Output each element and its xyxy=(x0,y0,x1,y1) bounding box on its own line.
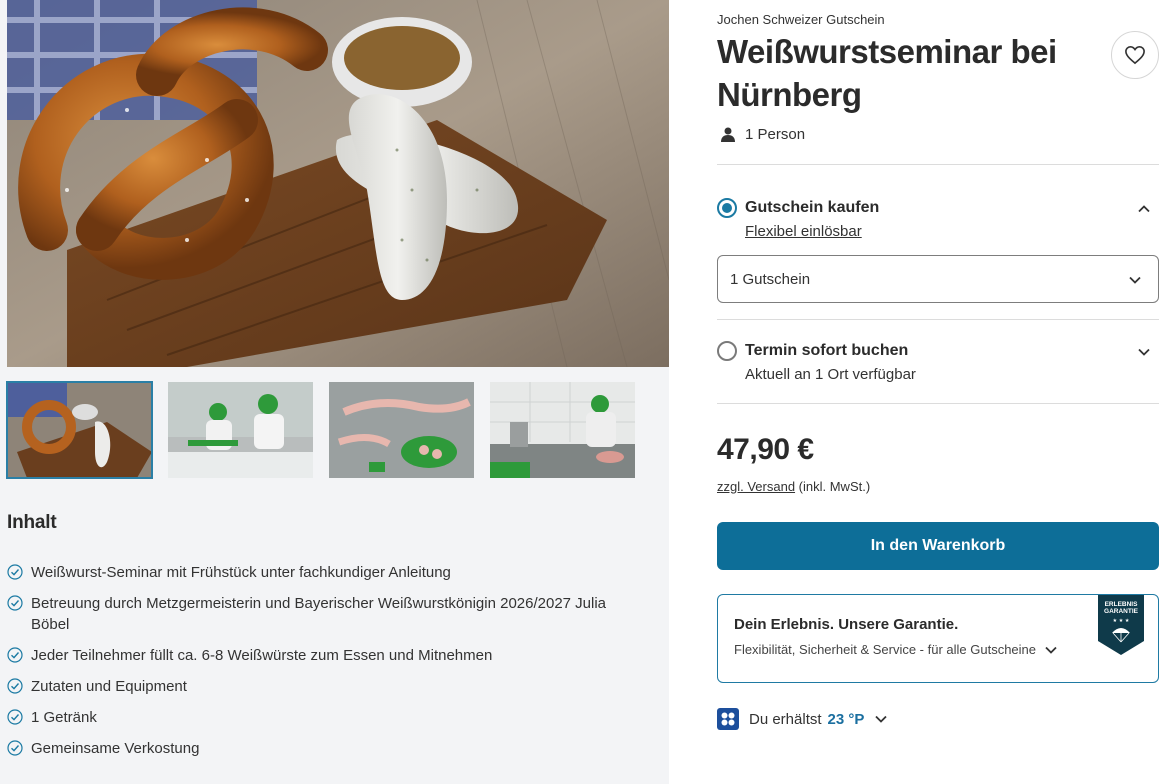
quantity-select[interactable]: 1 Gutschein xyxy=(717,255,1159,303)
product-page: Inhalt Weißwurst-Seminar mit Frühstück u… xyxy=(0,0,1174,784)
guarantee-subtitle-row[interactable]: Flexibilität, Sicherheit & Service - für… xyxy=(734,642,1058,657)
check-circle-icon xyxy=(7,564,23,580)
thumbnail-2[interactable] xyxy=(168,382,313,478)
add-to-cart-button[interactable]: In den Warenkorb xyxy=(717,522,1159,570)
quantity-value: 1 Gutschein xyxy=(730,270,811,288)
badge-line-2: GARANTIE xyxy=(1104,608,1139,615)
payback-icon xyxy=(717,708,739,730)
chevron-down-icon xyxy=(1045,646,1057,654)
shipping-link[interactable]: zzgl. Versand xyxy=(717,479,795,494)
wishlist-button[interactable] xyxy=(1111,31,1159,79)
check-circle-icon xyxy=(7,740,23,756)
list-item: Gemeinsame Verkostung xyxy=(7,738,647,759)
voucher-flex-link[interactable]: Flexibel einlösbar xyxy=(745,223,862,240)
option-booking[interactable]: Termin sofort buchen Aktuell an 1 Ort ve… xyxy=(717,341,1159,387)
chevron-down-icon xyxy=(875,715,888,723)
list-item: Zutaten und Equipment xyxy=(7,676,647,697)
thumbnail-strip xyxy=(6,381,635,479)
list-item-text: 1 Getränk xyxy=(31,709,97,726)
list-item: 1 Getränk xyxy=(7,707,647,728)
voucher-radio[interactable] xyxy=(717,198,737,218)
points-info[interactable]: Du erhältst 23 °P xyxy=(717,708,888,730)
thumbnail-1[interactable] xyxy=(6,381,153,479)
chevron-up-icon[interactable] xyxy=(1137,202,1151,216)
list-item-text: Gemeinsame Verkostung xyxy=(31,740,200,757)
tax-note: (inkl. MwSt.) xyxy=(798,479,871,494)
list-item: Weißwurst-Seminar mit Frühstück unter fa… xyxy=(7,562,647,583)
content-list: Weißwurst-Seminar mit Frühstück unter fa… xyxy=(7,562,647,759)
guarantee-title: Dein Erlebnis. Unsere Garantie. xyxy=(734,616,959,633)
price: 47,90 € xyxy=(717,433,814,466)
persons-info: 1 Person xyxy=(721,126,805,143)
list-item: Betreuung durch Metzgermeisterin und Bay… xyxy=(7,593,647,635)
hero-image[interactable] xyxy=(7,0,669,367)
guarantee-subtitle: Flexibilität, Sicherheit & Service - für… xyxy=(734,642,1037,657)
guarantee-badge-icon: ERLEBNIS GARANTIE ★ ★ ★ xyxy=(1098,595,1144,655)
booking-availability: Aktuell an 1 Ort verfügbar xyxy=(745,366,916,383)
svg-text:★ ★ ★: ★ ★ ★ xyxy=(1113,618,1130,624)
heart-icon xyxy=(1125,45,1145,65)
list-item-text: Weißwurst-Seminar mit Frühstück unter fa… xyxy=(31,564,451,581)
booking-title: Termin sofort buchen xyxy=(745,342,909,359)
guarantee-box[interactable]: Dein Erlebnis. Unsere Garantie. Flexibil… xyxy=(717,594,1159,683)
thumbnail-3[interactable] xyxy=(329,382,474,478)
gallery-and-content: Inhalt Weißwurst-Seminar mit Frühstück u… xyxy=(0,0,669,784)
product-title: Weißwurstseminar bei Nürnberg xyxy=(717,33,1057,113)
check-circle-icon xyxy=(7,678,23,694)
divider xyxy=(717,319,1159,320)
content-heading: Inhalt xyxy=(7,512,57,533)
persons-label: 1 Person xyxy=(745,126,806,143)
list-item-text: Zutaten und Equipment xyxy=(31,678,187,695)
points-prefix: Du erhältst xyxy=(749,710,822,728)
chevron-down-icon xyxy=(1129,276,1141,284)
list-item-text: Betreuung durch Metzgermeisterin und Bay… xyxy=(31,595,607,633)
product-panel: Jochen Schweizer Gutschein Weißwurstsemi… xyxy=(669,0,1174,784)
voucher-title: Gutschein kaufen xyxy=(745,199,880,216)
divider xyxy=(717,403,1159,404)
shipping-info: zzgl. Versand (inkl. MwSt.) xyxy=(717,479,870,494)
list-item-text: Jeder Teilnehmer füllt ca. 6-8 Weißwürst… xyxy=(31,647,493,664)
option-voucher[interactable]: Gutschein kaufen Flexibel einlösbar xyxy=(717,198,1159,248)
thumbnail-4[interactable] xyxy=(490,382,635,478)
badge-line-1: ERLEBNIS xyxy=(1105,601,1139,608)
check-circle-icon xyxy=(7,709,23,725)
divider xyxy=(717,164,1159,165)
chevron-down-icon[interactable] xyxy=(1137,345,1151,359)
check-circle-icon xyxy=(7,595,23,611)
brand-label: Jochen Schweizer Gutschein xyxy=(717,12,885,27)
person-icon xyxy=(721,127,735,142)
points-value: 23 °P xyxy=(827,710,865,728)
list-item: Jeder Teilnehmer füllt ca. 6-8 Weißwürst… xyxy=(7,645,647,666)
booking-radio[interactable] xyxy=(717,341,737,361)
check-circle-icon xyxy=(7,647,23,663)
